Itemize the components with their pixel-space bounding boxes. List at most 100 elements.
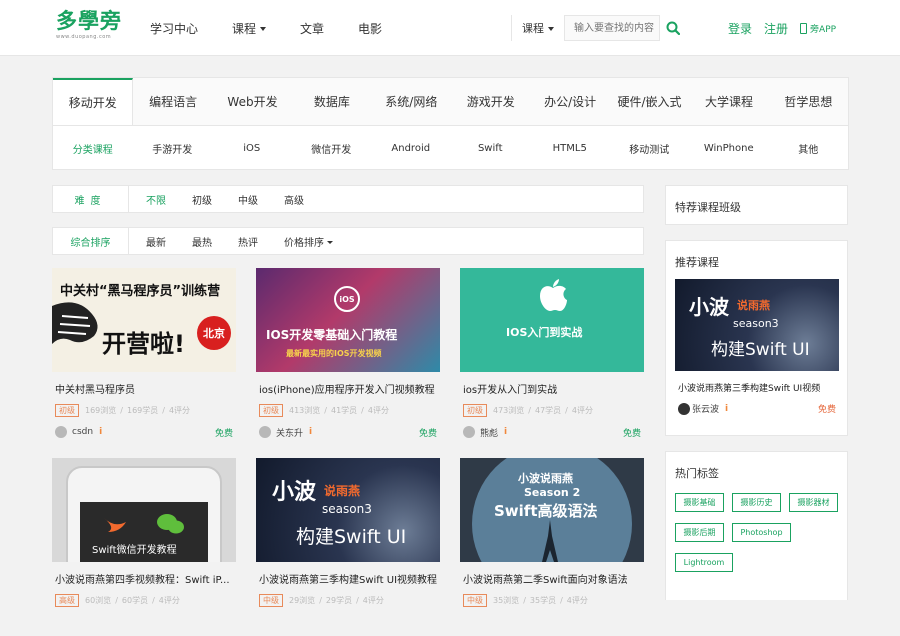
thumb-line2: 说雨燕 [737,299,770,312]
tag-photo-post[interactable]: 摄影后期 [675,523,724,542]
tag-photoshop[interactable]: Photoshop [732,523,791,542]
sort-newest[interactable]: 最新 [129,234,179,249]
divider: / [565,406,568,415]
author-name[interactable]: 熊彪 [480,426,498,439]
site-logo[interactable]: 多學旁 www.duopang.com [56,8,121,46]
tab-system-network[interactable]: 系统/网络 [372,78,451,125]
price-label: 免费 [817,405,836,415]
swift-bird-icon [104,518,126,532]
avatar[interactable] [463,426,475,438]
subcategory-wechat[interactable]: 微信开发 [292,126,372,170]
nav-movies[interactable]: 电影 [358,20,382,37]
price-label: 免费 [418,428,437,439]
subcategory-swift[interactable]: Swift [451,126,531,170]
tag-lightroom[interactable]: Lightroom [675,553,733,572]
course-meta: 高级 60浏览/ 60学员/ 4评分 [52,594,236,607]
sort-hottest[interactable]: 最热 [179,234,225,249]
course-title[interactable]: 小波说雨燕第二季Swift面向对象语法 [460,571,644,586]
subcategory-mobile-games[interactable]: 手游开发 [133,126,213,170]
author-name[interactable]: csdn [72,427,93,437]
subcategory-android[interactable]: Android [371,126,451,170]
subcategory-mobile-testing[interactable]: 移动测试 [610,126,690,170]
course-thumbnail[interactable]: 小波说雨燕 Season 2 Swift高级语法 [460,458,644,562]
tag-photo-equipment[interactable]: 摄影器材 [789,493,838,512]
author-name[interactable]: 关东升 [276,426,303,439]
divider: / [120,406,123,415]
search-input[interactable] [564,15,660,41]
tab-philosophy[interactable]: 哲学思想 [769,78,848,125]
avatar[interactable] [259,426,271,438]
tab-programming-language[interactable]: 编程语言 [133,78,212,125]
course-card[interactable]: 小波说雨燕 Season 2 Swift高级语法 小波说雨燕第二季Swift面向… [460,458,644,636]
course-card[interactable]: 中关村“黑马程序员”训练营 开营啦! 北京 中关村黑马程序员 初级 169浏览 /… [52,268,236,446]
search-category-select[interactable]: 课程 [512,20,564,36]
course-title[interactable]: ios开发从入门到实战 [460,381,644,396]
course-thumbnail[interactable]: 小波 说雨燕 season3 构建Swift UI [256,458,440,562]
search-icon[interactable] [660,15,686,41]
tag-photo-basics[interactable]: 摄影基础 [675,493,724,512]
app-link[interactable]: 旁APP [800,22,848,35]
subcategory-winphone[interactable]: WinPhone [689,126,769,170]
author-name[interactable]: 张云波 [692,402,719,415]
thumb-line1: 中关村“黑马程序员”训练营 [60,284,221,299]
nav-articles[interactable]: 文章 [300,20,324,37]
tag-photo-history[interactable]: 摄影历史 [732,493,781,512]
course-card[interactable]: 小波 说雨燕 season3 构建Swift UI 小波说雨燕第三季构建Swif… [256,458,440,636]
course-thumbnail[interactable]: iOS IOS开发零基础入门教程 最新最实用的IOS开发视频 [256,268,440,372]
chevron-down-icon [548,27,554,31]
course-title[interactable]: 中关村黑马程序员 [52,381,236,396]
difficulty-any[interactable]: 不限 [129,192,179,207]
tab-office-design[interactable]: 办公/设计 [530,78,609,125]
divider: / [523,596,526,605]
recommend-title: 推荐课程 [675,256,719,269]
thumb-line2: Season 2 [524,486,581,499]
subcategory-all[interactable]: 分类课程 [53,126,133,170]
recommend-footer: 张云波 i 免费 [678,402,836,415]
apple-logo-icon [540,279,567,311]
course-title[interactable]: 小波说雨燕第四季视频教程：Swift iP... [52,571,236,586]
subcategory-html5[interactable]: HTML5 [530,126,610,170]
difficulty-beginner[interactable]: 初级 [179,192,225,207]
nav-learning-center[interactable]: 学习中心 [150,20,198,37]
views-count: 473浏览 [493,406,525,415]
course-card[interactable]: Swift微信开发教程 小波说雨燕第四季视频教程：Swift iP... 高级 … [52,458,236,636]
course-meta: 中级 29浏览/ 29学员/ 4评分 [256,594,440,607]
eiffel-tower-icon [542,520,558,562]
login-link[interactable]: 登录 [728,20,752,37]
subcategory-other[interactable]: 其他 [769,126,849,170]
difficulty-filter: 难度 不限 初级 中级 高级 [52,185,644,213]
subcategory-ios[interactable]: iOS [212,126,292,170]
course-footer: 熊彪 i 免费 [460,425,644,439]
sort-price[interactable]: 价格排序 [271,234,346,249]
level-badge: 中级 [463,594,487,607]
thumb-line2: 开营啦! [102,330,185,358]
tags-title: 热门标签 [675,467,719,480]
difficulty-advanced[interactable]: 高级 [271,192,317,207]
course-thumbnail[interactable]: Swift微信开发教程 [52,458,236,562]
nav-courses[interactable]: 课程 [232,20,267,37]
tab-university-courses[interactable]: 大学课程 [689,78,768,125]
difficulty-intermediate[interactable]: 中级 [225,192,271,207]
course-title[interactable]: 小波说雨燕第三季构建Swift UI视频教程 [256,571,440,586]
register-link[interactable]: 注册 [764,20,788,37]
tab-game-dev[interactable]: 游戏开发 [451,78,530,125]
course-card[interactable]: iOS IOS开发零基础入门教程 最新最实用的IOS开发视频 ios(iPhon… [256,268,440,446]
course-thumbnail[interactable]: IOS入门到实战 [460,268,644,372]
course-title[interactable]: ios(iPhone)应用程序开发入门视频教程 [256,381,440,396]
tab-mobile-dev[interactable]: 移动开发 [53,78,134,125]
sort-comprehensive[interactable]: 综合排序 [53,228,129,254]
tab-web-dev[interactable]: Web开发 [213,78,292,125]
recommend-thumbnail[interactable]: 小波 说雨燕 season3 构建Swift UI [675,279,839,371]
reviews-count: 4评分 [367,406,389,415]
tab-database[interactable]: 数据库 [292,78,371,125]
top-header: 多學旁 www.duopang.com 学习中心 课程 文章 电影 课程 登录 … [0,0,900,56]
course-thumbnail[interactable]: 中关村“黑马程序员”训练营 开营啦! 北京 [52,268,236,372]
avatar[interactable] [678,402,690,415]
info-icon: i [99,427,103,437]
avatar[interactable] [55,426,67,438]
sort-most-reviewed[interactable]: 热评 [225,234,271,249]
course-card[interactable]: IOS入门到实战 ios开发从入门到实战 初级 473浏览/ 47学员/ 4评分… [460,268,644,446]
tab-hardware-embedded[interactable]: 硬件/嵌入式 [610,78,689,125]
recommend-course-title[interactable]: 小波说雨燕第三季构建Swift UI视频 [678,381,820,394]
thumb-line1: 小波说雨燕 [518,472,573,485]
